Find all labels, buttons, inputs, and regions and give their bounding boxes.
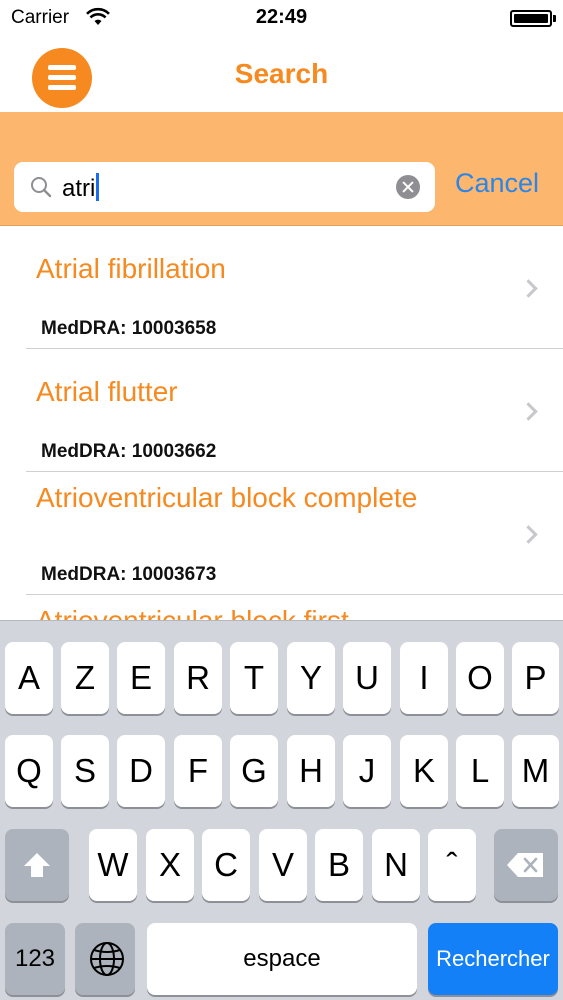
key-o[interactable]: O [456, 642, 504, 714]
key-b[interactable]: B [315, 829, 363, 901]
key-r[interactable]: R [174, 642, 222, 714]
key-g[interactable]: G [230, 735, 278, 807]
key-k[interactable]: K [400, 735, 448, 807]
battery-icon [510, 10, 552, 27]
chevron-right-icon [519, 402, 538, 421]
shift-icon [24, 853, 50, 877]
backspace-key[interactable] [494, 829, 558, 901]
key-h[interactable]: H [287, 735, 335, 807]
navigation-bar: Search [0, 36, 563, 112]
key-c[interactable]: C [202, 829, 250, 901]
results-list: Atrial fibrillation MedDRA: 10003658 Atr… [0, 226, 563, 620]
key-d[interactable]: D [117, 735, 165, 807]
key-l[interactable]: L [456, 735, 504, 807]
result-title: Atrioventricular block first [36, 602, 496, 620]
search-icon [31, 177, 52, 198]
chevron-right-icon [519, 525, 538, 544]
result-title: Atrioventricular block complete [36, 482, 418, 513]
clear-search-icon[interactable] [396, 175, 420, 199]
key-s[interactable]: S [61, 735, 109, 807]
result-code: MedDRA: 10003658 [41, 318, 217, 339]
key-e[interactable]: E [117, 642, 165, 714]
key-q[interactable]: Q [5, 735, 53, 807]
list-item[interactable]: Atrioventricular block first [0, 595, 563, 620]
status-bar: Carrier 22:49 [0, 0, 563, 36]
globe-icon [90, 942, 124, 976]
backspace-icon [507, 853, 543, 877]
key-f[interactable]: F [174, 735, 222, 807]
key-i[interactable]: I [400, 642, 448, 714]
shift-key[interactable] [5, 829, 69, 901]
search-key[interactable]: Rechercher [428, 923, 558, 995]
battery-tip [553, 15, 556, 22]
key-circumflex[interactable]: ˆ [428, 829, 476, 901]
result-title: Atrial fibrillation [36, 253, 226, 284]
key-z[interactable]: Z [61, 642, 109, 714]
search-bar: atri Cancel [0, 112, 563, 226]
key-m[interactable]: M [512, 735, 559, 807]
keyboard: A Z E R T Y U I O P Q S D F G H J K L M … [0, 620, 563, 1000]
cancel-button[interactable]: Cancel [455, 168, 539, 199]
key-v[interactable]: V [259, 829, 307, 901]
page-title: Search [234, 58, 329, 89]
key-n[interactable]: N [372, 829, 420, 901]
search-text: atri [62, 175, 96, 202]
search-input[interactable]: atri [14, 162, 435, 212]
key-u[interactable]: U [343, 642, 391, 714]
globe-key[interactable] [75, 923, 135, 995]
result-code: MedDRA: 10003662 [41, 441, 217, 462]
list-item[interactable]: Atrial flutter MedDRA: 10003662 [0, 349, 563, 472]
numbers-key[interactable]: 123 [5, 923, 65, 995]
key-t[interactable]: T [230, 642, 278, 714]
key-w[interactable]: W [89, 829, 137, 901]
text-cursor [96, 173, 100, 201]
chevron-right-icon [519, 279, 538, 298]
result-code: MedDRA: 10003673 [41, 564, 217, 585]
list-item[interactable]: Atrioventricular block complete MedDRA: … [0, 472, 563, 595]
key-y[interactable]: Y [287, 642, 335, 714]
space-key[interactable]: espace [147, 923, 417, 995]
key-p[interactable]: P [512, 642, 559, 714]
key-a[interactable]: A [5, 642, 53, 714]
search-input-value: atri [62, 173, 100, 203]
key-j[interactable]: J [343, 735, 391, 807]
clock: 22:49 [255, 6, 308, 28]
result-title: Atrial flutter [36, 376, 178, 407]
key-x[interactable]: X [146, 829, 194, 901]
list-item[interactable]: Atrial fibrillation MedDRA: 10003658 [0, 226, 563, 349]
